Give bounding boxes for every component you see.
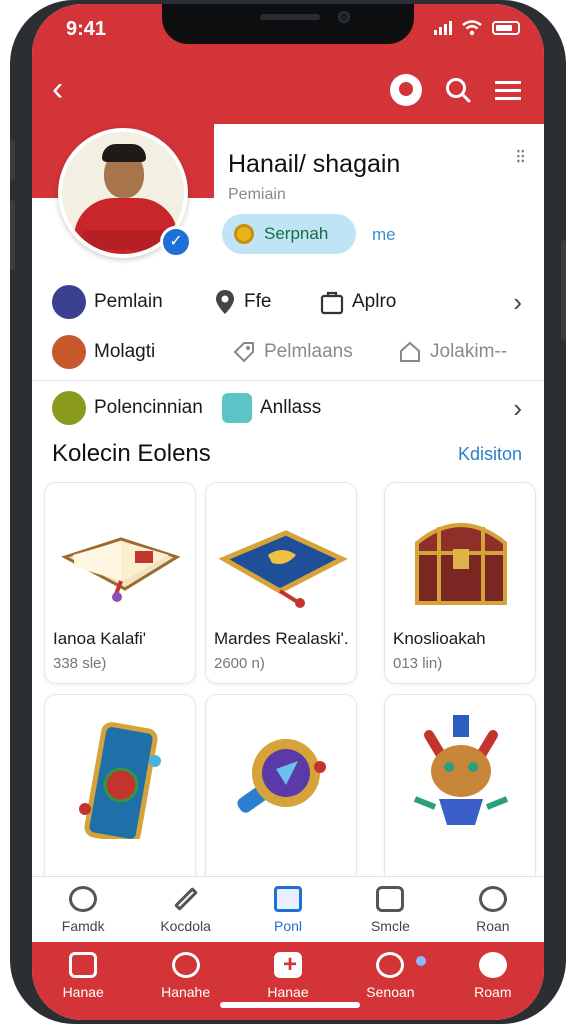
info-item-plans[interactable]: Pelmlaans	[232, 340, 353, 364]
side-button	[10, 200, 15, 270]
collection-card[interactable]	[44, 694, 196, 884]
card-meta: 013 lin)	[393, 655, 443, 672]
tab-home[interactable]: Hanae	[32, 942, 134, 1020]
treasure-chest-icon	[415, 523, 507, 605]
coin-icon	[234, 224, 254, 244]
top-app-bar: ‹	[32, 60, 544, 124]
signal-icon	[434, 21, 452, 35]
bottom-tab-bar: Hanae Hanahe Hanae Senoan Roam	[32, 942, 544, 1020]
class-icon	[222, 393, 252, 423]
section-title: Kolecin Eolens	[52, 440, 211, 467]
phone-frame: 9:41 ‹ ✓ Hanail/ shagain Pemiain ⁝⁝ Serp…	[10, 0, 566, 1024]
status-pill-label: Serpnah	[264, 224, 329, 243]
section-link[interactable]: Kdisiton	[458, 444, 522, 465]
info-row-1: Pemlain Ffe Aplro ›	[32, 280, 544, 324]
person-icon	[478, 952, 507, 978]
battery-icon	[492, 21, 520, 35]
collection-card[interactable]	[205, 694, 357, 884]
person-icon	[478, 885, 507, 912]
chevron-right-icon[interactable]: ›	[513, 287, 522, 318]
notification-dot	[416, 956, 426, 966]
status-pill[interactable]: Serpnah	[222, 214, 356, 254]
bag-icon	[320, 291, 344, 315]
front-camera	[338, 11, 350, 23]
player-avatar-icon	[52, 285, 86, 319]
badge-link[interactable]: me	[372, 225, 396, 245]
location-pin-icon	[216, 290, 234, 314]
info-item-app[interactable]: Aplro	[320, 289, 396, 315]
collection-card[interactable]: Knoslioakah 013 lin)	[384, 482, 536, 684]
card-shield-icon	[79, 722, 161, 839]
tag-icon	[233, 342, 254, 363]
screen: 9:41 ‹ ✓ Hanail/ shagain Pemiain ⁝⁝ Serp…	[32, 4, 544, 1020]
top-actions	[390, 74, 522, 106]
side-button	[10, 140, 15, 180]
search-icon	[171, 952, 200, 978]
nav-item-roan[interactable]: Roan	[442, 877, 544, 942]
nav-item-famdk[interactable]: Famdk	[32, 877, 134, 942]
verified-badge-icon: ✓	[160, 226, 192, 258]
home-outline-icon	[400, 341, 420, 362]
notification-icon[interactable]	[390, 74, 422, 106]
trophy-figure-icon	[413, 715, 509, 825]
card-title: Knoslioakah	[393, 629, 486, 648]
more-options-icon[interactable]: ⁝⁝	[515, 144, 526, 169]
shop-icon	[274, 885, 303, 912]
amulet-icon	[237, 739, 326, 813]
chevron-right-icon[interactable]: ›	[513, 393, 522, 424]
info-item-team[interactable]: Molagti	[52, 335, 155, 369]
home-icon	[69, 952, 98, 978]
tab-search[interactable]: Hanahe	[134, 942, 236, 1020]
profile-name: Hanail/ shagain	[228, 150, 401, 178]
collection-card[interactable]	[384, 694, 536, 884]
side-button	[561, 240, 566, 340]
plus-icon	[274, 951, 303, 979]
tab-profile[interactable]: Roam	[442, 942, 544, 1020]
info-item-location[interactable]: Ffe	[214, 289, 271, 315]
info-row-3: Polencinnian Anllass ›	[32, 386, 544, 430]
menu-icon[interactable]	[494, 78, 522, 102]
map-scroll-icon	[218, 530, 348, 608]
status-time: 9:41	[66, 18, 107, 40]
info-item-position[interactable]: Polencinnian	[52, 391, 203, 425]
secondary-nav: Famdk Kocdola Ponl Smcle Roan	[32, 876, 544, 942]
speaker	[260, 14, 320, 20]
badge-icon	[376, 885, 405, 912]
collection-card[interactable]: Mardes Realaski'. 2600 n)	[205, 482, 357, 684]
wifi-icon	[462, 20, 482, 36]
info-item-class[interactable]: Anllass	[222, 393, 321, 423]
card-meta: 338 sle)	[53, 655, 107, 672]
target-icon	[69, 885, 98, 912]
card-title: Mardes Realaski'.	[214, 629, 349, 648]
tab-compass[interactable]: Senoan	[339, 942, 441, 1020]
nav-item-kocdola[interactable]: Kocdola	[134, 877, 236, 942]
info-row-2: Molagti Pelmlaans Jolakim--	[32, 330, 544, 374]
tab-add[interactable]: Hanae	[237, 942, 339, 1020]
back-arrow-icon[interactable]: ‹	[52, 72, 63, 106]
info-item-join[interactable]: Jolakim--	[398, 340, 507, 364]
book-icon	[61, 537, 181, 602]
status-icons	[434, 20, 520, 36]
nav-item-smcle[interactable]: Smcle	[339, 877, 441, 942]
profile-subtitle: Pemiain	[228, 186, 286, 203]
nav-item-ponl[interactable]: Ponl	[237, 877, 339, 942]
compass-icon	[376, 952, 405, 978]
home-indicator	[220, 1002, 360, 1008]
position-icon	[52, 391, 86, 425]
team-logo-icon	[52, 335, 86, 369]
card-meta: 2600 n)	[214, 655, 265, 672]
info-item-player[interactable]: Pemlain	[52, 285, 163, 319]
search-icon[interactable]	[444, 76, 472, 104]
collection-card[interactable]: Ianoa Kalafi' 338 sle)	[44, 482, 196, 684]
status-bar: 9:41	[32, 4, 544, 60]
notch	[162, 4, 414, 44]
divider	[32, 380, 544, 381]
card-title: Ianoa Kalafi'	[53, 629, 147, 648]
pen-icon	[173, 886, 198, 911]
